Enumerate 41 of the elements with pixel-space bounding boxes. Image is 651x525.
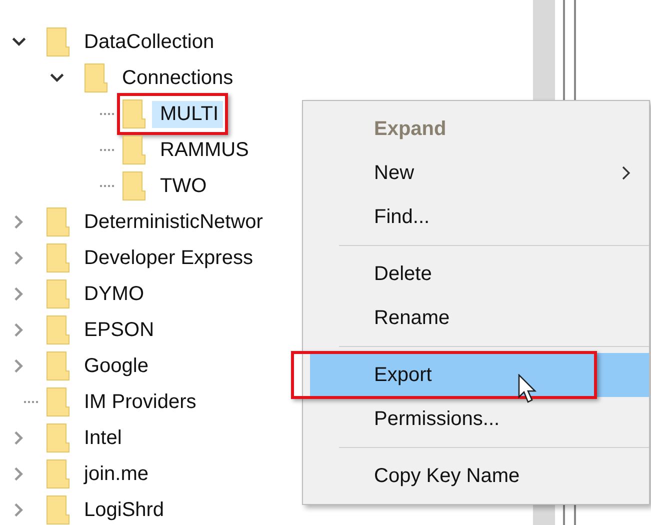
tree-item[interactable]: DataCollection xyxy=(76,28,218,56)
tree-item[interactable]: join.me xyxy=(76,460,152,488)
tree-item[interactable]: Connections xyxy=(114,64,238,92)
folder-icon xyxy=(46,387,70,417)
tree-item[interactable]: RAMMUS xyxy=(152,136,253,164)
menu-item[interactable]: Find... xyxy=(303,195,649,239)
folder-icon xyxy=(46,207,70,237)
folder-icon xyxy=(46,351,70,381)
tree-item[interactable]: LogiShrd xyxy=(76,496,168,524)
menu-item[interactable]: Delete xyxy=(303,252,649,296)
tree-line xyxy=(100,113,114,115)
folder-icon xyxy=(46,315,70,345)
folder-icon xyxy=(122,99,146,129)
folder-icon xyxy=(122,135,146,165)
mouse-pointer-icon xyxy=(518,374,538,404)
folder-icon xyxy=(46,243,70,273)
folder-icon xyxy=(122,171,146,201)
tree-item[interactable]: Google xyxy=(76,352,152,380)
tree-item[interactable]: DeterministicNetwor xyxy=(76,208,267,236)
tree-line xyxy=(100,149,114,151)
tree-item[interactable]: MULTI xyxy=(152,100,223,128)
menu-item[interactable]: Permissions... xyxy=(303,397,649,441)
tree-line xyxy=(24,401,38,403)
folder-icon xyxy=(84,63,108,93)
tree-item[interactable]: Intel xyxy=(76,424,126,452)
tree-item[interactable]: Developer Express xyxy=(76,244,257,272)
tree-item[interactable]: IM Providers xyxy=(76,388,200,416)
folder-icon xyxy=(46,423,70,453)
tree-item[interactable]: TWO xyxy=(152,172,211,200)
tree-item[interactable]: DYMO xyxy=(76,280,148,308)
tree-line xyxy=(100,185,114,187)
menu-item[interactable]: New xyxy=(303,151,649,195)
menu-item[interactable]: Copy Key Name xyxy=(303,454,649,498)
folder-icon xyxy=(46,459,70,489)
menu-item[interactable]: Rename xyxy=(303,296,649,340)
folder-icon xyxy=(46,279,70,309)
chevron-right-icon xyxy=(621,166,631,180)
tree-item[interactable]: EPSON xyxy=(76,316,158,344)
menu-item[interactable]: Export xyxy=(310,353,649,397)
folder-icon xyxy=(46,27,70,57)
folder-icon xyxy=(46,495,70,525)
